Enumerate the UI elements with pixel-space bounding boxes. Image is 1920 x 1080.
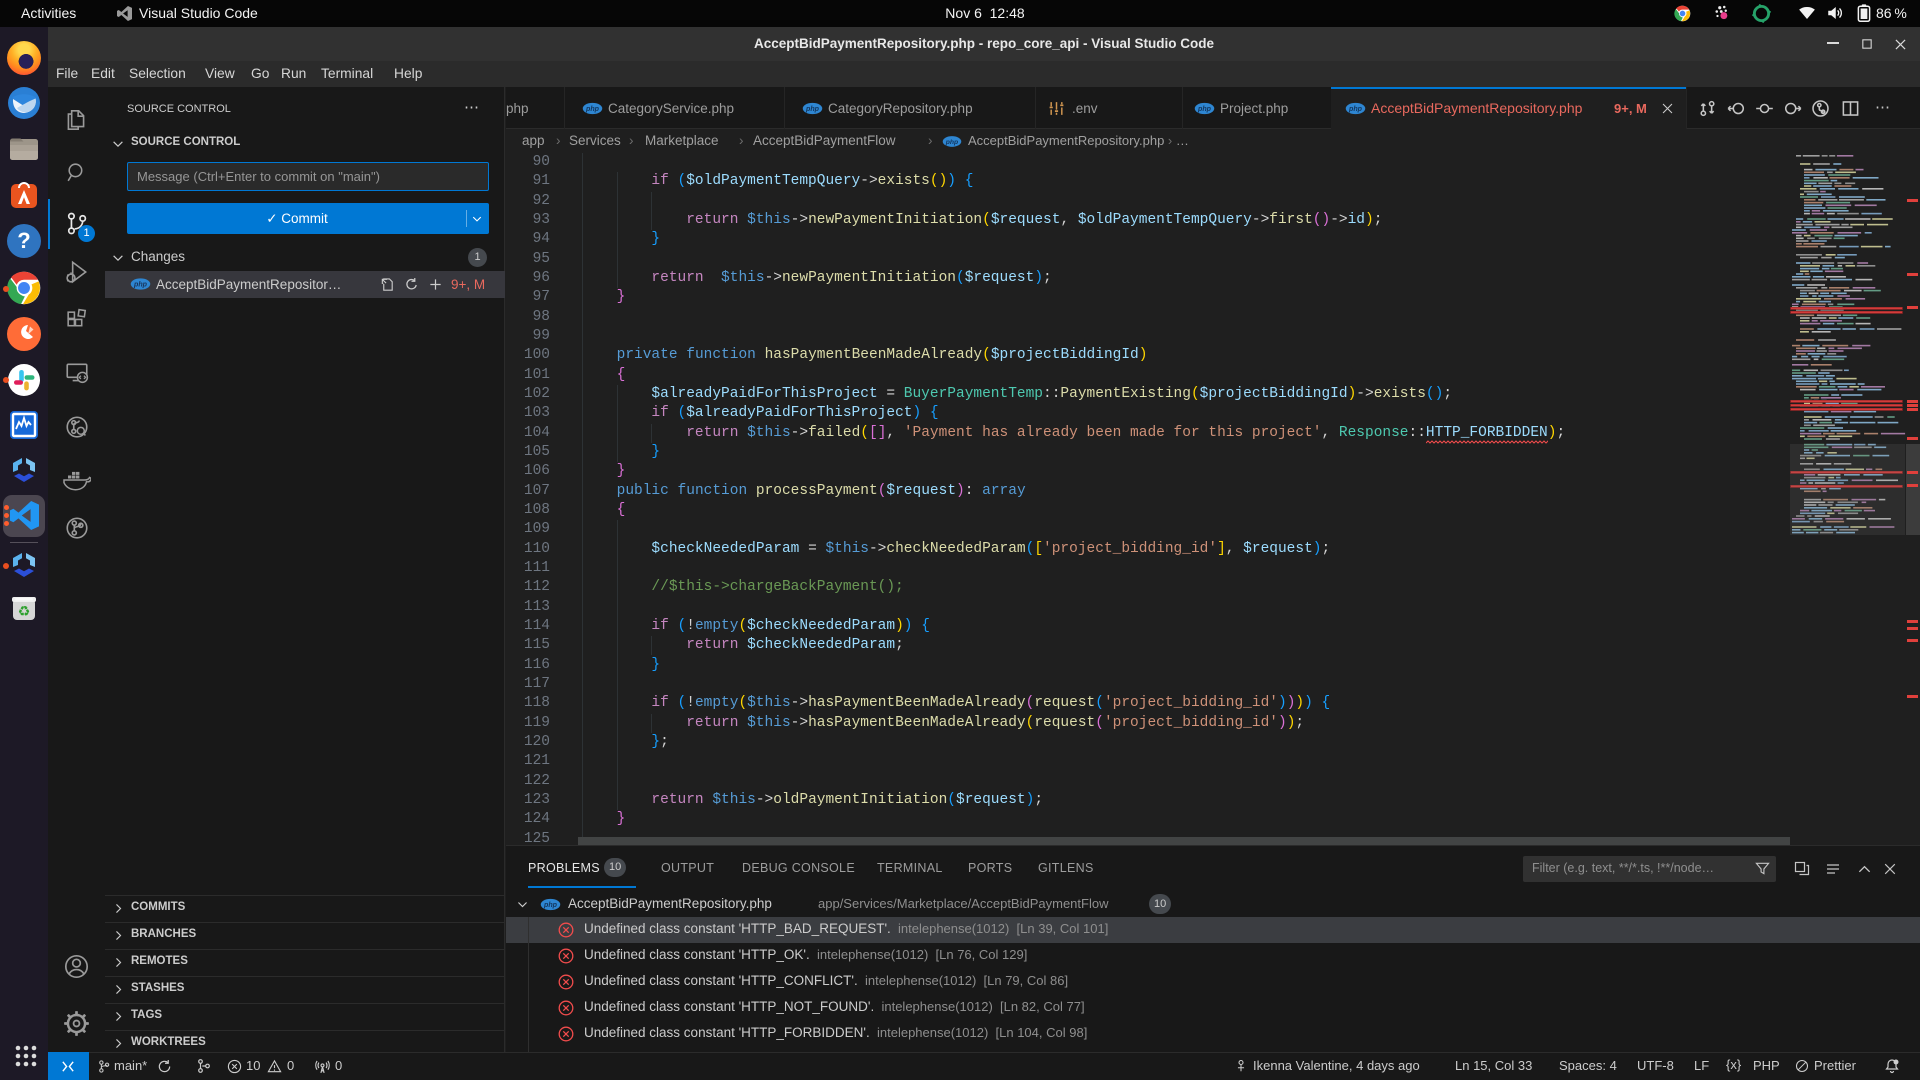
svg-text:php: php [1348,105,1363,113]
svg-text:php: php [1197,105,1212,113]
svg-text:php: php [805,105,820,113]
svg-text:♻: ♻ [18,603,31,619]
svg-text:php: php [585,105,600,113]
svg-text:php: php [945,139,958,146]
svg-text:php: php [543,901,558,909]
svg-text:php: php [133,281,148,289]
